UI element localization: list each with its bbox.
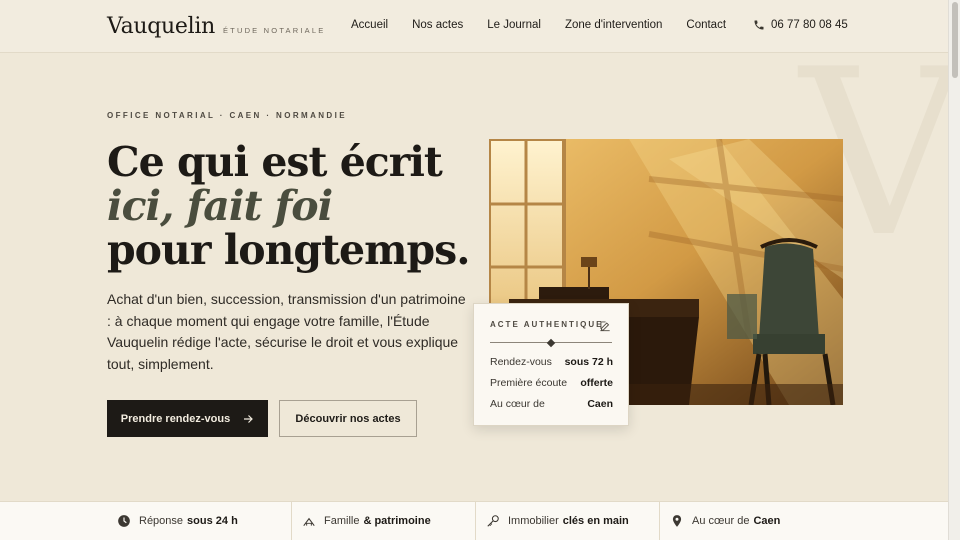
brand-logo[interactable]: Vauquelin ÉTUDE NOTARIALE — [107, 14, 325, 39]
clock-icon — [118, 515, 130, 527]
site-header: Vauquelin ÉTUDE NOTARIALE Accueil Nos ac… — [0, 0, 948, 53]
nav-item-journal[interactable]: Le Journal — [487, 19, 541, 31]
headline-line-3: pour longtemps. — [107, 226, 471, 274]
brand-name: Vauquelin — [107, 14, 215, 39]
phone-link[interactable]: 06 77 80 08 45 — [753, 19, 848, 31]
family-icon — [303, 517, 315, 526]
feature-location: Au cœur de Caen — [660, 502, 948, 540]
card-row-value: Caen — [587, 398, 613, 410]
location-pin-icon — [672, 515, 682, 527]
card-row-key: Au cœur de — [490, 398, 545, 410]
headline-line-1: Ce qui est écrit — [107, 138, 443, 186]
nav-item-accueil[interactable]: Accueil — [351, 19, 388, 31]
book-appointment-label: Prendre rendez-vous — [120, 412, 231, 425]
feature-response: Réponse sous 24 h — [0, 502, 292, 540]
feature-strong: & patrimoine — [363, 515, 431, 527]
card-title: ACTE AUTHENTIQUE — [490, 320, 604, 329]
arrow-right-icon — [244, 414, 254, 423]
feature-strong: clés en main — [562, 515, 629, 527]
card-row-key: Première écoute — [490, 377, 568, 389]
nav-item-zone[interactable]: Zone d'intervention — [565, 19, 662, 31]
card-row-value: offerte — [580, 377, 613, 389]
key-icon — [487, 515, 499, 527]
scrollbar-thumb[interactable] — [952, 2, 958, 78]
page-scrollbar[interactable] — [948, 0, 960, 540]
card-row-value: sous 72 h — [564, 356, 613, 368]
card-divider-ornament — [546, 338, 556, 348]
feature-text: Immobilier — [508, 515, 559, 527]
nav-item-contact[interactable]: Contact — [686, 19, 726, 31]
hero-eyebrow: OFFICE NOTARIAL · CAEN · NORMANDIE — [107, 111, 347, 120]
phone-icon — [754, 20, 764, 30]
hero-headline: Ce qui est écrit ici, fait foi pour long… — [107, 140, 487, 272]
feature-family: Famille & patrimoine — [292, 502, 476, 540]
nav-item-nos-actes[interactable]: Nos actes — [412, 19, 463, 31]
card-row-first-listening: Première écoute offerte — [490, 377, 613, 389]
headline-accent: ici, fait foi — [107, 182, 333, 230]
main-nav: Accueil Nos actes Le Journal Zone d'inte… — [351, 19, 750, 31]
features-strip: Réponse sous 24 h Famille & patrimoine I… — [0, 501, 948, 540]
brand-tagline: ÉTUDE NOTARIALE — [222, 26, 326, 35]
card-row-key: Rendez-vous — [490, 356, 552, 368]
feature-strong: sous 24 h — [187, 515, 238, 527]
phone-number: 06 77 80 08 45 — [771, 19, 848, 31]
feature-strong: Caen — [753, 515, 781, 527]
card-row-appointment: Rendez-vous sous 72 h — [490, 356, 613, 368]
feature-real-estate: Immobilier clés en main — [476, 502, 660, 540]
book-appointment-button[interactable]: Prendre rendez-vous — [107, 400, 268, 437]
hero-lead: Achat d'un bien, succession, transmissio… — [107, 291, 466, 372]
feature-text: Famille — [324, 515, 360, 527]
card-row-location: Au cœur de Caen — [490, 398, 613, 410]
signature-icon — [600, 321, 610, 332]
feature-text: Au cœur de — [692, 515, 750, 527]
discover-acts-button[interactable]: Découvrir nos actes — [279, 400, 417, 437]
feature-text: Réponse — [139, 515, 184, 527]
authentic-act-card: ACTE AUTHENTIQUE Rendez-vous sous 72 h P… — [473, 303, 629, 426]
